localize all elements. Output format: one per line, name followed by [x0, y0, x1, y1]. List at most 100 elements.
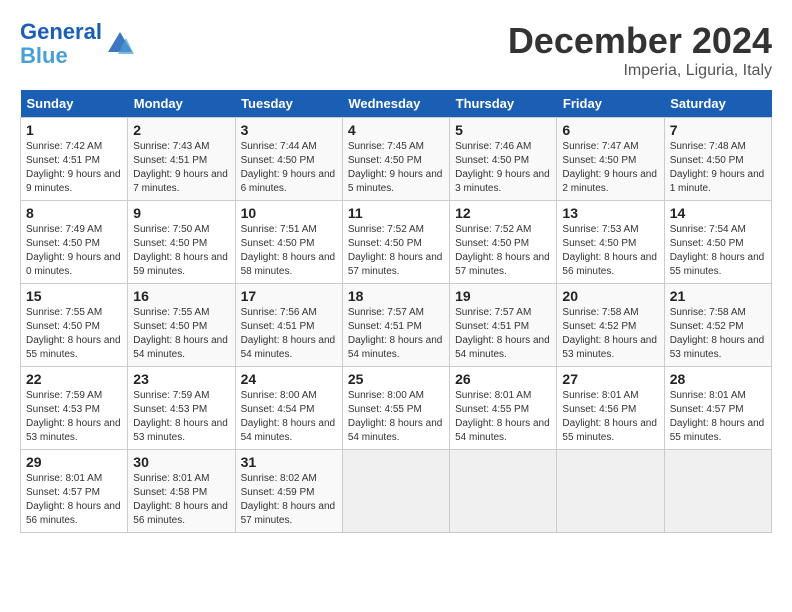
calendar-cell — [342, 450, 449, 533]
logo-text: General Blue — [20, 20, 102, 68]
calendar-cell: 28Sunrise: 8:01 AM Sunset: 4:57 PM Dayli… — [664, 367, 771, 450]
day-number: 25 — [348, 371, 444, 387]
calendar-cell: 3 Sunrise: 7:44 AM Sunset: 4:50 PM Daylig… — [235, 118, 342, 201]
calendar-cell: 24 Sunrise: 8:00 AM Sunset: 4:54 PM Dayli… — [235, 367, 342, 450]
calendar-cell: 30Sunrise: 8:01 AM Sunset: 4:58 PM Dayli… — [128, 450, 235, 533]
calendar-cell: 21Sunrise: 7:58 AM Sunset: 4:52 PM Dayli… — [664, 284, 771, 367]
calendar-cell: 20 Sunrise: 7:58 AM Sunset: 4:52 PM Dayli… — [557, 284, 664, 367]
day-number: 29 — [26, 454, 122, 470]
day-number: 30 — [133, 454, 229, 470]
day-number: 10 — [241, 205, 337, 221]
calendar-cell: 2Sunrise: 7:43 AM Sunset: 4:51 PM Daylig… — [128, 118, 235, 201]
day-info: Sunrise: 7:57 AM Sunset: 4:51 PM Dayligh… — [455, 306, 551, 362]
day-info: Sunrise: 7:47 AM Sunset: 4:50 PM Dayligh… — [562, 140, 658, 196]
day-info: Sunrise: 8:01 AM Sunset: 4:57 PM Dayligh… — [26, 472, 122, 528]
weekday-wednesday: Wednesday — [342, 90, 449, 118]
calendar-cell: 18Sunrise: 7:57 AM Sunset: 4:51 PM Dayli… — [342, 284, 449, 367]
day-info: Sunrise: 7:44 AM Sunset: 4:50 PM Dayligh… — [241, 140, 337, 196]
calendar-cell: 31 Sunrise: 8:02 AM Sunset: 4:59 PM Dayli… — [235, 450, 342, 533]
day-info: Sunrise: 7:53 AM Sunset: 4:50 PM Dayligh… — [562, 223, 658, 279]
calendar-cell: 15 Sunrise: 7:55 AM Sunset: 4:50 PM Dayli… — [21, 284, 128, 367]
weekday-saturday: Saturday — [664, 90, 771, 118]
calendar-cell: 4Sunrise: 7:45 AM Sunset: 4:50 PM Daylig… — [342, 118, 449, 201]
day-info: Sunrise: 7:50 AM Sunset: 4:50 PM Dayligh… — [133, 223, 229, 279]
day-number: 17 — [241, 288, 337, 304]
calendar-cell: 29 Sunrise: 8:01 AM Sunset: 4:57 PM Dayli… — [21, 450, 128, 533]
day-info: Sunrise: 7:49 AM Sunset: 4:50 PM Dayligh… — [26, 223, 122, 279]
day-number: 7 — [670, 122, 766, 138]
calendar-cell: 16 Sunrise: 7:55 AM Sunset: 4:50 PM Dayli… — [128, 284, 235, 367]
calendar-cell: 17 Sunrise: 7:56 AM Sunset: 4:51 PM Dayli… — [235, 284, 342, 367]
day-number: 11 — [348, 205, 444, 221]
weekday-header-row: SundayMondayTuesdayWednesdayThursdayFrid… — [21, 90, 772, 118]
calendar-table: SundayMondayTuesdayWednesdayThursdayFrid… — [20, 90, 772, 533]
calendar-cell: 12 Sunrise: 7:52 AM Sunset: 4:50 PM Dayli… — [450, 201, 557, 284]
page-header: General Blue December 2024 Imperia, Ligu… — [20, 20, 772, 80]
day-info: Sunrise: 7:52 AM Sunset: 4:50 PM Dayligh… — [455, 223, 551, 279]
day-number: 2 — [133, 122, 229, 138]
calendar-body: 1 Sunrise: 7:42 AM Sunset: 4:51 PM Daylig… — [21, 118, 772, 533]
day-info: Sunrise: 8:02 AM Sunset: 4:59 PM Dayligh… — [241, 472, 337, 528]
day-number: 20 — [562, 288, 658, 304]
calendar-cell: 25 Sunrise: 8:00 AM Sunset: 4:55 PM Dayli… — [342, 367, 449, 450]
day-number: 5 — [455, 122, 551, 138]
day-info: Sunrise: 7:57 AM Sunset: 4:51 PM Dayligh… — [348, 306, 444, 362]
calendar-cell: 26Sunrise: 8:01 AM Sunset: 4:55 PM Dayli… — [450, 367, 557, 450]
week-row-4: 22 Sunrise: 7:59 AM Sunset: 4:53 PM Dayli… — [21, 367, 772, 450]
day-number: 4 — [348, 122, 444, 138]
day-info: Sunrise: 7:55 AM Sunset: 4:50 PM Dayligh… — [133, 306, 229, 362]
month-title: December 2024 — [508, 20, 772, 62]
day-number: 3 — [241, 122, 337, 138]
weekday-monday: Monday — [128, 90, 235, 118]
logo: General Blue — [20, 20, 134, 68]
day-info: Sunrise: 7:55 AM Sunset: 4:50 PM Dayligh… — [26, 306, 122, 362]
day-number: 19 — [455, 288, 551, 304]
week-row-5: 29 Sunrise: 8:01 AM Sunset: 4:57 PM Dayli… — [21, 450, 772, 533]
calendar-cell — [450, 450, 557, 533]
calendar-cell: 1 Sunrise: 7:42 AM Sunset: 4:51 PM Daylig… — [21, 118, 128, 201]
day-info: Sunrise: 8:00 AM Sunset: 4:55 PM Dayligh… — [348, 389, 444, 445]
day-number: 22 — [26, 371, 122, 387]
day-info: Sunrise: 8:00 AM Sunset: 4:54 PM Dayligh… — [241, 389, 337, 445]
calendar-cell: 8 Sunrise: 7:49 AM Sunset: 4:50 PM Daylig… — [21, 201, 128, 284]
day-number: 6 — [562, 122, 658, 138]
day-number: 31 — [241, 454, 337, 470]
weekday-sunday: Sunday — [21, 90, 128, 118]
weekday-friday: Friday — [557, 90, 664, 118]
calendar-cell: 11 Sunrise: 7:52 AM Sunset: 4:50 PM Dayli… — [342, 201, 449, 284]
day-number: 8 — [26, 205, 122, 221]
day-number: 12 — [455, 205, 551, 221]
day-number: 26 — [455, 371, 551, 387]
day-number: 24 — [241, 371, 337, 387]
calendar-cell: 7 Sunrise: 7:48 AM Sunset: 4:50 PM Daylig… — [664, 118, 771, 201]
day-info: Sunrise: 7:59 AM Sunset: 4:53 PM Dayligh… — [26, 389, 122, 445]
day-info: Sunrise: 7:52 AM Sunset: 4:50 PM Dayligh… — [348, 223, 444, 279]
weekday-tuesday: Tuesday — [235, 90, 342, 118]
calendar-cell: 6 Sunrise: 7:47 AM Sunset: 4:50 PM Daylig… — [557, 118, 664, 201]
day-number: 15 — [26, 288, 122, 304]
day-number: 1 — [26, 122, 122, 138]
calendar-cell: 22 Sunrise: 7:59 AM Sunset: 4:53 PM Dayli… — [21, 367, 128, 450]
weekday-thursday: Thursday — [450, 90, 557, 118]
day-info: Sunrise: 7:59 AM Sunset: 4:53 PM Dayligh… — [133, 389, 229, 445]
day-info: Sunrise: 8:01 AM Sunset: 4:56 PM Dayligh… — [562, 389, 658, 445]
calendar-cell: 14Sunrise: 7:54 AM Sunset: 4:50 PM Dayli… — [664, 201, 771, 284]
day-number: 23 — [133, 371, 229, 387]
calendar-cell: 13Sunrise: 7:53 AM Sunset: 4:50 PM Dayli… — [557, 201, 664, 284]
day-number: 27 — [562, 371, 658, 387]
day-number: 21 — [670, 288, 766, 304]
week-row-1: 1 Sunrise: 7:42 AM Sunset: 4:51 PM Daylig… — [21, 118, 772, 201]
week-row-2: 8 Sunrise: 7:49 AM Sunset: 4:50 PM Daylig… — [21, 201, 772, 284]
day-info: Sunrise: 7:46 AM Sunset: 4:50 PM Dayligh… — [455, 140, 551, 196]
day-info: Sunrise: 7:48 AM Sunset: 4:50 PM Dayligh… — [670, 140, 766, 196]
calendar-cell: 27 Sunrise: 8:01 AM Sunset: 4:56 PM Dayli… — [557, 367, 664, 450]
day-info: Sunrise: 7:58 AM Sunset: 4:52 PM Dayligh… — [562, 306, 658, 362]
calendar-cell: 10Sunrise: 7:51 AM Sunset: 4:50 PM Dayli… — [235, 201, 342, 284]
day-number: 16 — [133, 288, 229, 304]
calendar-cell: 19 Sunrise: 7:57 AM Sunset: 4:51 PM Dayli… — [450, 284, 557, 367]
day-number: 28 — [670, 371, 766, 387]
day-number: 14 — [670, 205, 766, 221]
day-info: Sunrise: 7:56 AM Sunset: 4:51 PM Dayligh… — [241, 306, 337, 362]
day-info: Sunrise: 7:42 AM Sunset: 4:51 PM Dayligh… — [26, 140, 122, 196]
week-row-3: 15 Sunrise: 7:55 AM Sunset: 4:50 PM Dayli… — [21, 284, 772, 367]
